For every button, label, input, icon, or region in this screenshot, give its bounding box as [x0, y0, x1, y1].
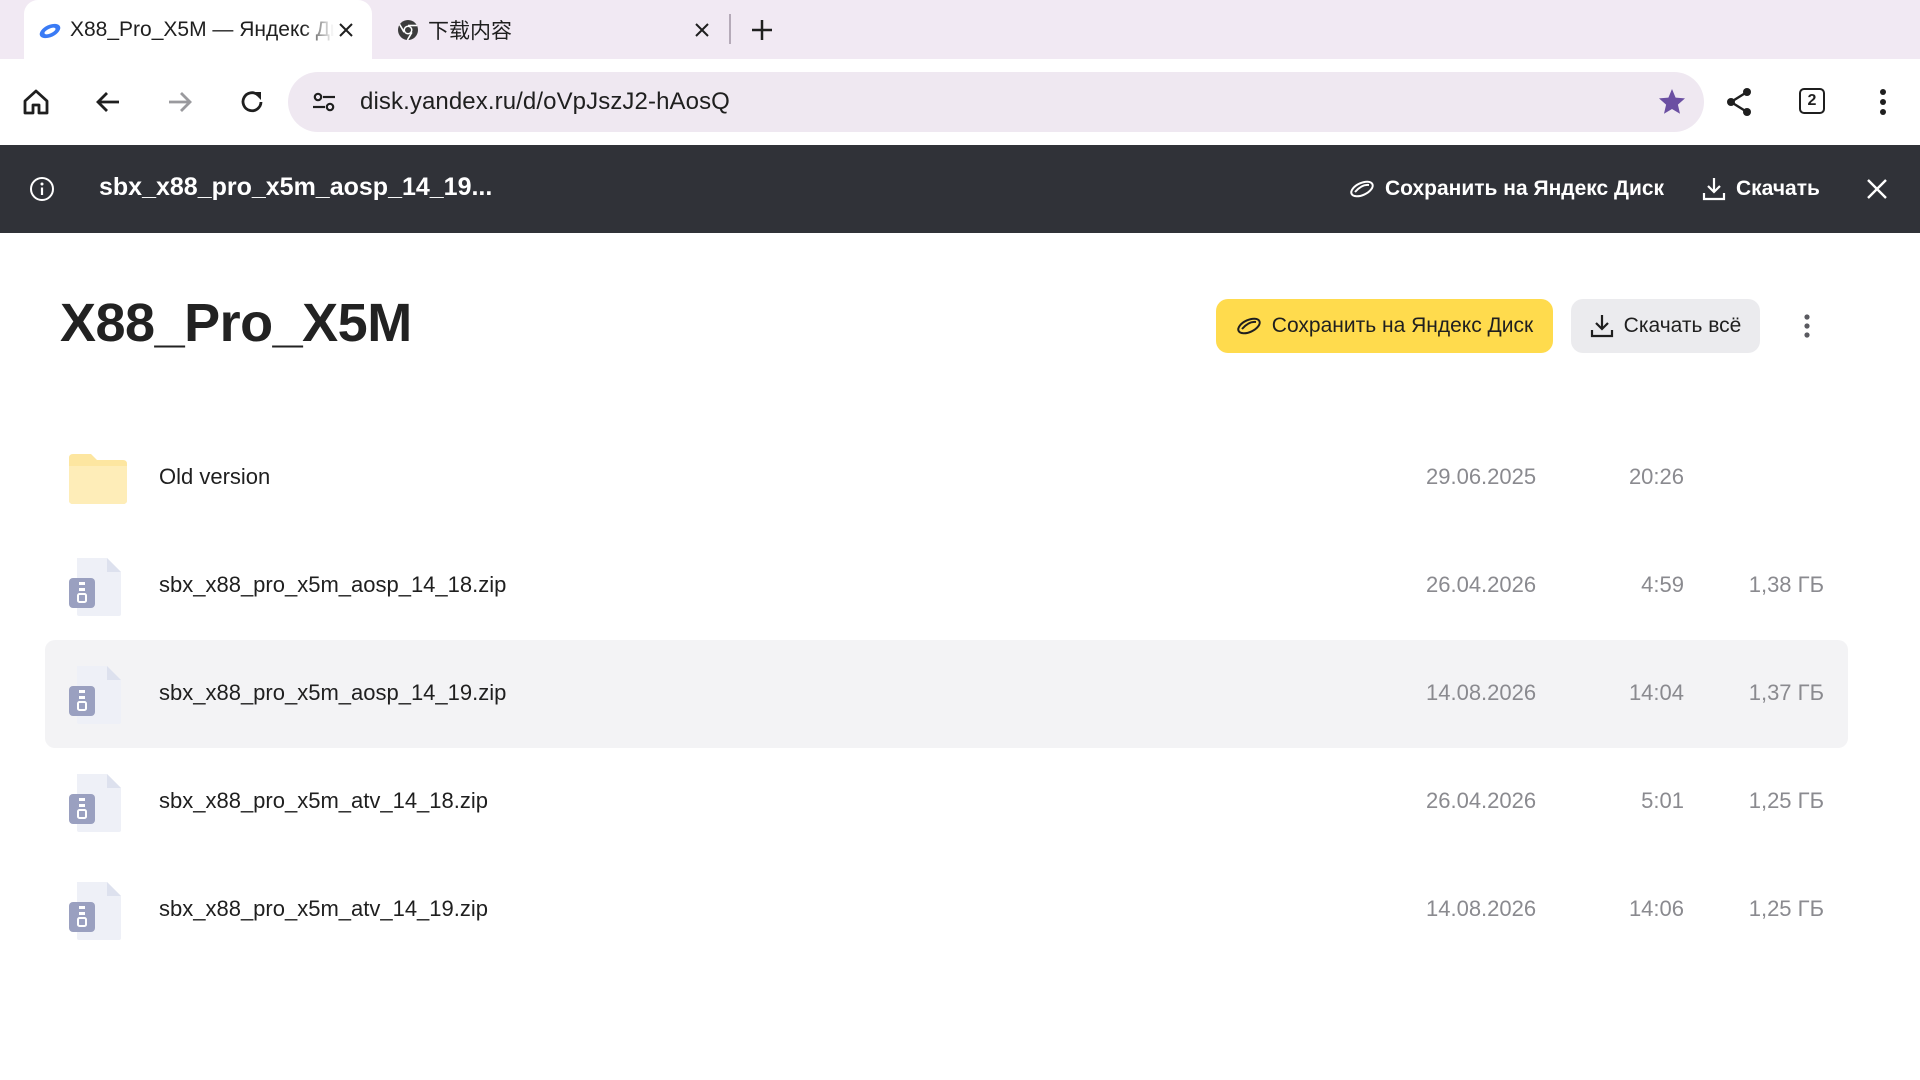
- viewer-download-button[interactable]: Скачать: [1702, 171, 1820, 207]
- share-icon: [1727, 88, 1751, 116]
- list-item[interactable]: sbx_x88_pro_x5m_aosp_14_18.zip 26.04.202…: [45, 532, 1848, 640]
- zip-archive-icon: [69, 558, 121, 616]
- more-vertical-icon: [1880, 89, 1886, 115]
- tab-count: 2: [1807, 92, 1817, 109]
- file-name: sbx_x88_pro_x5m_atv_14_18.zip: [159, 788, 489, 813]
- file-size: 1,38 ГБ: [1748, 572, 1824, 597]
- arrow-left-icon: [96, 92, 119, 112]
- close-tab-icon[interactable]: [334, 18, 358, 42]
- file-date: 26.04.2026: [1426, 572, 1537, 597]
- chrome-icon: [398, 20, 418, 41]
- site-settings-icon[interactable]: [310, 88, 338, 116]
- tab-title: X88_Pro_X5M — Яндекс Диск: [70, 17, 334, 41]
- file-viewer-bar: sbx_x88_pro_x5m_aosp_14_19... Сохранить …: [0, 145, 1920, 233]
- save-to-disk-button[interactable]: Сохранить на Яндекс Диск: [1216, 299, 1553, 353]
- more-actions-button[interactable]: [1792, 311, 1822, 341]
- file-size: 1,25 ГБ: [1748, 788, 1824, 813]
- list-item[interactable]: sbx_x88_pro_x5m_aosp_14_19.zip 14.08.202…: [45, 640, 1848, 748]
- tab-switcher-button[interactable]: 2: [1799, 88, 1825, 114]
- file-time: 4:59: [1641, 572, 1684, 597]
- file-name: sbx_x88_pro_x5m_aosp_14_18.zip: [159, 572, 507, 597]
- yandex-disk-icon: [39, 23, 61, 39]
- tab-title: 下载内容: [428, 19, 512, 43]
- viewer-save-label: Сохранить на Яндекс Диск: [1385, 177, 1665, 200]
- plus-icon: [752, 20, 772, 40]
- arrow-right-icon: [169, 92, 192, 112]
- file-time: 14:06: [1628, 896, 1684, 921]
- bookmark-star-icon[interactable]: [1656, 86, 1688, 118]
- download-icon: [1590, 315, 1613, 338]
- file-time: 20:26: [1628, 464, 1684, 489]
- save-to-disk-label: Сохранить на Яндекс Диск: [1271, 314, 1534, 337]
- browser-toolbar: disk.yandex.ru/d/oVpJszJ2-hAosQ 2: [0, 59, 1920, 145]
- forward-button[interactable]: [163, 85, 197, 119]
- home-button[interactable]: [19, 85, 53, 119]
- file-date: 14.08.2026: [1426, 680, 1537, 705]
- reload-icon: [241, 91, 263, 113]
- back-button[interactable]: [91, 85, 125, 119]
- browser-menu-button[interactable]: [1866, 85, 1900, 119]
- url-text[interactable]: disk.yandex.ru/d/oVpJszJ2-hAosQ: [360, 88, 730, 116]
- info-icon[interactable]: [29, 176, 55, 202]
- viewer-file-title: sbx_x88_pro_x5m_aosp_14_19...: [99, 173, 493, 201]
- tab-separator: [729, 14, 731, 44]
- file-size: 1,37 ГБ: [1748, 680, 1824, 705]
- page-title: X88_Pro_X5M: [60, 293, 412, 353]
- address-bar[interactable]: disk.yandex.ru/d/oVpJszJ2-hAosQ: [288, 72, 1704, 132]
- file-date: 26.04.2026: [1426, 788, 1537, 813]
- file-name: sbx_x88_pro_x5m_aosp_14_19.zip: [159, 680, 507, 705]
- list-item[interactable]: sbx_x88_pro_x5m_atv_14_19.zip 14.08.2026…: [45, 856, 1848, 964]
- file-time: 5:01: [1641, 788, 1684, 813]
- home-icon: [23, 89, 49, 115]
- reload-button[interactable]: [235, 85, 269, 119]
- file-time: 14:04: [1628, 680, 1684, 705]
- tab-strip: X88_Pro_X5M — Яндекс Диск 下载内容: [0, 0, 1920, 59]
- new-tab-button[interactable]: [748, 16, 776, 44]
- file-size: 1,25 ГБ: [1748, 896, 1824, 921]
- download-icon: [1702, 178, 1726, 201]
- close-tab-icon[interactable]: [690, 18, 714, 42]
- file-list: Old version 29.06.2025 20:26 sbx_x88_pro…: [45, 424, 1848, 964]
- yandex-disk-icon: [1237, 317, 1261, 335]
- zip-archive-icon: [69, 666, 121, 724]
- viewer-download-label: Скачать: [1736, 177, 1820, 200]
- tab-yandex-disk[interactable]: X88_Pro_X5M — Яндекс Диск: [24, 0, 372, 59]
- file-name: sbx_x88_pro_x5m_atv_14_19.zip: [159, 896, 489, 921]
- viewer-save-button[interactable]: Сохранить на Яндекс Диск: [1349, 171, 1664, 207]
- list-item[interactable]: Old version 29.06.2025 20:26: [45, 424, 1848, 532]
- file-date: 14.08.2026: [1426, 896, 1537, 921]
- yandex-disk-icon: [1350, 180, 1374, 198]
- file-name: Old version: [159, 464, 271, 489]
- zip-archive-icon: [69, 882, 121, 940]
- more-vertical-icon: [1804, 314, 1810, 338]
- share-button[interactable]: [1722, 85, 1756, 119]
- tab-downloads[interactable]: 下载内容: [382, 0, 728, 59]
- list-item[interactable]: sbx_x88_pro_x5m_atv_14_18.zip 26.04.2026…: [45, 748, 1848, 856]
- download-all-button[interactable]: Скачать всё: [1571, 299, 1760, 353]
- download-all-label: Скачать всё: [1623, 314, 1742, 337]
- close-icon[interactable]: [1864, 176, 1890, 202]
- file-date: 29.06.2025: [1426, 464, 1537, 489]
- zip-archive-icon: [69, 774, 121, 832]
- folder-icon: [69, 454, 127, 504]
